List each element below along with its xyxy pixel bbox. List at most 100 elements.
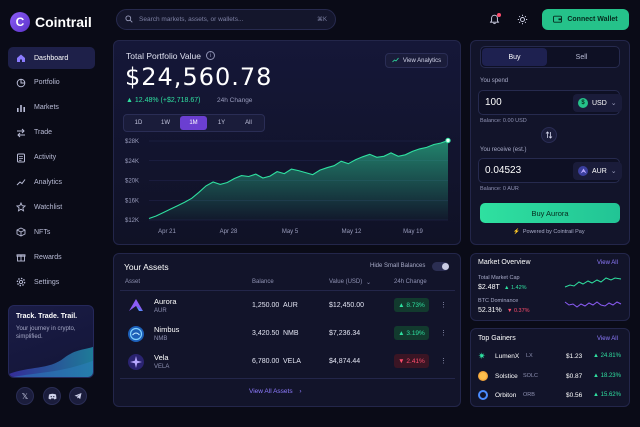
tab-sell[interactable]: Sell [549,48,614,66]
search-bar[interactable]: Search markets, assets, or wallets... ⌘K [116,9,336,30]
theme-toggle-sun-icon[interactable] [513,10,531,28]
asset-balance: 3,420.50 [252,330,280,337]
lightning-icon: ⚡ [513,229,520,235]
asset-unit: AUR [283,302,298,309]
view-all-assets-link[interactable]: View All Assets › [249,388,302,395]
swap-direction-button[interactable] [541,127,557,143]
discord-icon[interactable] [43,387,61,405]
col-balance: Balance [252,279,274,285]
gainer-change: ▲ 18.23% [593,373,621,379]
receive-currency-select[interactable]: AUR ⌄ [573,162,622,180]
telegram-icon[interactable] [69,387,87,405]
sidebar-item-label: Trade [34,129,53,137]
gainer-name: Solstice [495,373,518,380]
market-cap-value: $2.48T [478,284,500,291]
col-change: 24h Change [394,279,427,285]
sidebar-item-markets[interactable]: Markets [8,97,95,119]
promo-card: Track. Trade. Trail. Your journey in cry… [8,305,94,378]
portfolio-title: Total Portfolio Value [126,51,201,61]
spend-currency-select[interactable]: $ USD ⌄ [573,94,622,112]
gainer-name: Orbiton [495,392,517,399]
btc-dominance-label: BTC Dominance [478,298,519,304]
info-icon[interactable]: i [206,51,215,60]
range-1d[interactable]: 1D [126,116,151,130]
y-tick-label: $24K [125,159,139,165]
sidebar-item-watchlist[interactable]: Watchlist [8,196,95,218]
vela-logo-icon [128,354,144,370]
receive-currency-label: AUR [592,167,607,175]
sidebar-item-settings[interactable]: Settings [8,271,95,293]
range-1y[interactable]: 1Y [209,116,234,130]
hide-small-balances-toggle[interactable] [432,262,449,271]
receive-input[interactable]: 0.04523 AUR ⌄ [478,158,622,183]
notification-bell-icon[interactable] [485,10,503,28]
x-tick-label: May 19 [403,229,423,235]
sidebar-item-trade[interactable]: Trade [8,122,95,144]
market-overview-view-all[interactable]: View All [597,260,618,266]
receive-balance: Balance: 0 AUR [480,186,519,192]
cointrail-logo-icon: C [10,12,30,32]
asset-change: ▼ 2.41% [394,354,429,368]
btc-dominance-value: 52.31% [478,307,502,314]
sidebar-item-label: Portfolio [34,79,60,87]
list-icon [16,153,26,163]
range-1w[interactable]: 1W [153,116,178,130]
spend-input[interactable]: 100 $ USD ⌄ [478,90,622,115]
gainer-price: $0.56 [566,392,583,399]
view-analytics-button[interactable]: View Analytics [385,53,448,68]
range-1m[interactable]: 1M [180,116,207,130]
assets-title: Your Assets [124,262,169,272]
more-options-icon[interactable]: ⋮ [440,301,447,309]
x-tick-label: Apr 21 [158,229,176,235]
asset-name: Aurora [154,297,177,306]
header-divider [120,290,455,291]
hide-small-balances-label: Hide Small Balances [370,263,426,269]
sidebar-item-activity[interactable]: Activity [8,147,95,169]
more-options-icon[interactable]: ⋮ [440,357,447,365]
x-tick-label: Apr 28 [220,229,238,235]
trend-line-icon [16,177,26,187]
notification-dot [497,13,501,17]
gainer-symbol: SOLC [523,373,538,379]
portfolio-chart[interactable]: $28K $24K $20K $16K $12K Apr 21 Apr 28 May 5 May… [113,133,461,243]
sidebar-item-analytics[interactable]: Analytics [8,171,95,193]
tab-buy[interactable]: Buy [482,48,547,66]
top-gainers-view-all[interactable]: View All [597,336,618,342]
search-icon [125,14,133,25]
orbiton-logo-icon [478,390,488,400]
sidebar-item-label: Rewards [34,253,62,261]
sidebar-item-nfts[interactable]: NFTs [8,221,95,243]
spend-currency-label: USD [592,99,607,107]
gainer-symbol: ORB [523,392,535,398]
buy-aurora-button[interactable]: Buy Aurora [480,203,620,223]
sidebar-nav: Dashboard Portfolio Markets Trade Activi… [8,47,95,296]
nimbus-logo-icon [128,326,144,342]
market-cap-label: Total Market Cap [478,275,520,281]
sidebar-item-portfolio[interactable]: Portfolio [8,72,95,94]
view-all-assets-label: View All Assets [249,388,293,395]
sidebar-item-label: Watchlist [34,203,63,211]
analytics-chart-icon [392,57,399,65]
asset-unit: NMB [283,330,299,337]
app-logo[interactable]: C Cointrail [10,12,92,32]
btc-dominance-change: ▼ 0.37% [507,308,530,314]
sort-chevron-icon[interactable]: ⌄ [366,279,371,286]
chevron-right-icon: › [299,388,302,395]
x-icon[interactable]: 𝕏 [16,387,34,405]
spend-amount[interactable]: 100 [485,97,502,108]
more-options-icon[interactable]: ⋮ [440,329,447,337]
connect-wallet-button[interactable]: Connect Wallet [542,9,629,30]
pie-chart-icon [16,78,26,88]
toggle-knob [442,263,449,270]
sidebar-item-label: Dashboard [34,54,69,62]
sidebar-item-label: Settings [34,278,60,286]
chevron-down-icon: ⌄ [610,100,617,107]
usd-coin-icon: $ [578,98,588,108]
asset-symbol: VELA [154,364,170,370]
sidebar-item-rewards[interactable]: Rewards [8,246,95,268]
col-value[interactable]: Value (USD) [329,279,362,285]
sidebar-item-dashboard[interactable]: Dashboard [8,47,95,69]
gift-icon [16,252,26,262]
range-all[interactable]: All [236,116,261,130]
swap-vertical-icon [545,131,553,139]
